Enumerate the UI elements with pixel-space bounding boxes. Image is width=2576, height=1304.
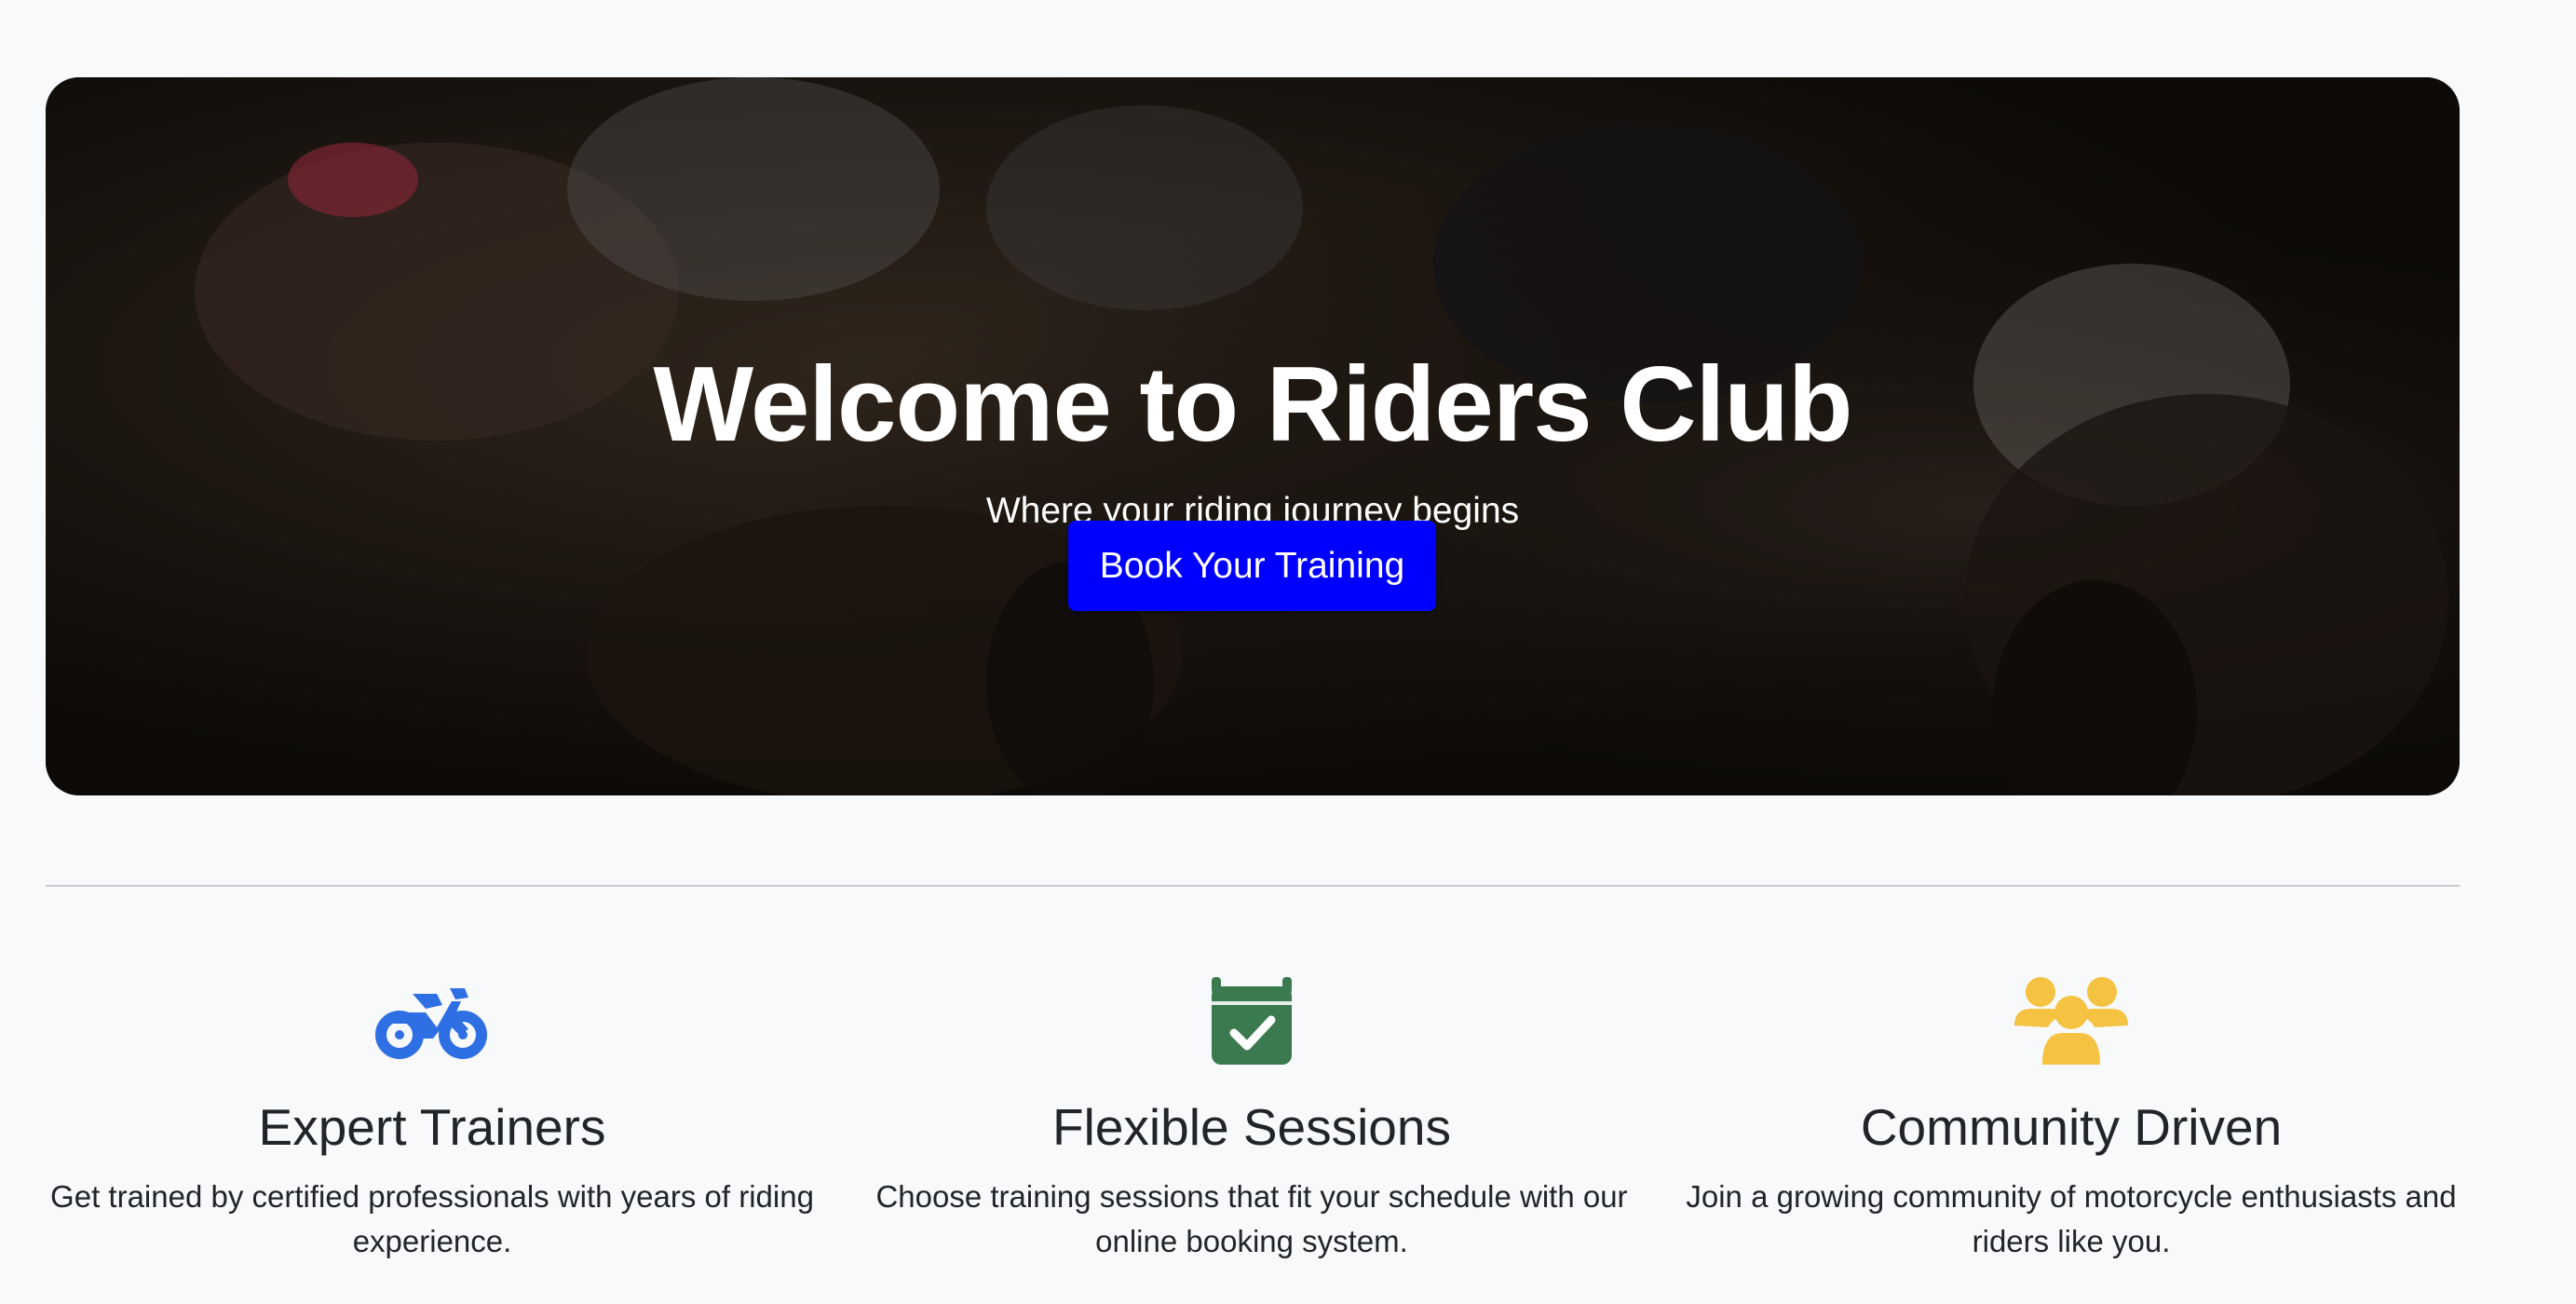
feature-title: Flexible Sessions	[1052, 1098, 1451, 1156]
hero-banner: Welcome to Riders Club Where your riding…	[46, 77, 2460, 795]
calendar-check-icon	[1212, 977, 1292, 1065]
feature-expert-trainers: Expert Trainers Get trained by certified…	[22, 973, 842, 1258]
hero-content: Welcome to Riders Club Where your riding…	[46, 77, 2460, 795]
motorcycle-icon	[375, 988, 487, 1059]
section-divider	[46, 885, 2460, 887]
hero-title: Welcome to Riders Club	[653, 346, 1852, 464]
feature-community-driven: Community Driven Join a growing communit…	[1661, 973, 2481, 1258]
feature-flexible-sessions: Flexible Sessions Choose training sessio…	[842, 973, 1661, 1258]
feature-title: Expert Trainers	[258, 1098, 606, 1156]
feature-title: Community Driven	[1860, 1098, 2283, 1156]
feature-description: Choose training sessions that fit your s…	[875, 1179, 1628, 1258]
book-training-button[interactable]: Book Your Training	[1068, 521, 1436, 611]
users-icon	[2014, 977, 2128, 1065]
feature-description: Get trained by certified professionals w…	[50, 1179, 814, 1258]
feature-description: Join a growing community of motorcycle e…	[1686, 1179, 2457, 1258]
